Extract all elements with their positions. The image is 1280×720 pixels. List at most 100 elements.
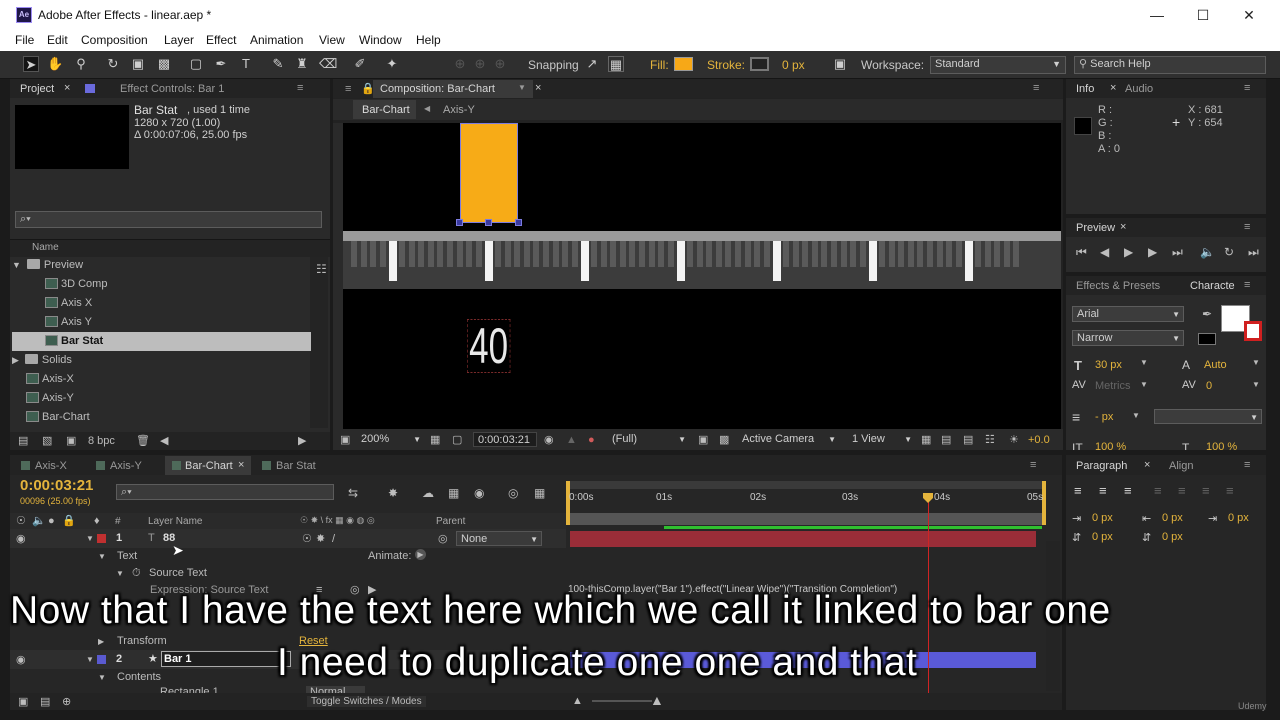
resolution-select[interactable]: (Full) ▼ [608, 432, 688, 447]
interpret-footage-icon[interactable]: ▤ [18, 435, 28, 447]
puppet-pin-icon[interactable]: ✦ [384, 56, 400, 72]
draft-3d-icon[interactable]: ✸ [388, 487, 398, 499]
rectangle-tool-icon[interactable]: ▢ [188, 56, 204, 72]
first-line-indent-value[interactable]: 0 px [1228, 512, 1249, 524]
search-help-input[interactable]: ⚲ Search Help [1074, 56, 1266, 74]
tab-composition[interactable]: Composition: Bar-Chart [380, 83, 495, 95]
pen-tool-icon[interactable]: ✒ [213, 56, 229, 72]
menu-effect[interactable]: Effect [206, 33, 236, 47]
flowchart-icon[interactable]: ☷ [316, 262, 327, 276]
justify-last-right-icon[interactable]: ≡ [1202, 484, 1210, 497]
collapse-switch-icon[interactable]: ✸ [316, 533, 325, 545]
zoom-out-icon[interactable]: ▲ [572, 695, 583, 707]
quality-switch-icon[interactable]: / [332, 533, 335, 545]
tab-audio[interactable]: Audio [1125, 83, 1153, 95]
bar-shape[interactable] [460, 123, 518, 223]
brush-tool-icon[interactable]: ✎ [270, 56, 286, 72]
list-item-selected[interactable]: Bar Stat [12, 332, 311, 351]
snap-features-icon[interactable]: ▦ [608, 56, 624, 72]
expand-triangle-icon[interactable]: ▼ [86, 533, 94, 545]
previous-frame-icon[interactable]: ◀ [1100, 246, 1109, 258]
pickwhip-icon[interactable]: ◎ [438, 533, 448, 545]
time-ruler[interactable]: 0:00s 01s 02s 03s 04s 05s [566, 481, 1046, 529]
panel-menu-icon[interactable]: ≡ [345, 83, 351, 95]
color-channels-icon[interactable]: ● [588, 434, 595, 446]
list-item[interactable]: Axis-X [12, 370, 312, 389]
work-area-bar[interactable] [568, 481, 1043, 489]
maximize-icon[interactable]: ☐ [1180, 4, 1226, 26]
tab-close-icon[interactable]: × [1144, 459, 1150, 471]
property-row-source-text[interactable]: ▼ ⏱ Source Text [10, 565, 566, 582]
menu-view[interactable]: View [319, 33, 345, 47]
list-item[interactable]: ▼ Preview [12, 256, 312, 275]
align-right-icon[interactable]: ≡ [1124, 484, 1132, 497]
zoom-in-icon[interactable]: ▲ [650, 693, 664, 707]
expand-triangle-icon[interactable]: ▼ [98, 551, 106, 563]
workspace-select[interactable]: Standard ▼ [930, 56, 1066, 74]
type-tool-icon[interactable]: T [238, 56, 254, 72]
chevron-down-icon[interactable]: ▼ [518, 83, 526, 92]
list-item[interactable]: Axis-Y [12, 389, 312, 408]
expand-triangle-icon[interactable]: ▼ [12, 260, 21, 270]
hand-tool-icon[interactable]: ✋ [47, 56, 63, 72]
parent-select[interactable]: None ▼ [456, 531, 542, 546]
camera-select[interactable]: Active Camera ▼ [738, 432, 838, 447]
expand-transfer-controls-icon[interactable]: ▤ [40, 696, 50, 708]
show-snapshot-icon[interactable]: ▲ [566, 434, 577, 446]
tab-bar-chart[interactable]: Bar-Chart [185, 460, 233, 472]
font-family-select[interactable]: Arial ▼ [1072, 306, 1184, 322]
tab-axis-x[interactable]: Axis-X [35, 460, 67, 472]
list-item[interactable]: 3D Comp [12, 275, 312, 294]
toggle-switches-modes-button[interactable]: Toggle Switches / Modes [307, 696, 426, 707]
title-safe-icon[interactable]: ▦ [430, 434, 440, 446]
kerning-value[interactable]: Metrics [1095, 380, 1130, 392]
column-parent[interactable]: Parent [436, 516, 465, 527]
axis-local-icon[interactable]: ⊕ [452, 56, 468, 72]
vertical-scale-value[interactable]: 100 % [1095, 441, 1126, 450]
visibility-eye-icon[interactable]: ◉ [16, 533, 26, 545]
visibility-eye-icon[interactable]: ◉ [16, 654, 26, 666]
menu-layer[interactable]: Layer [164, 33, 194, 47]
breadcrumb-bar-chart[interactable]: Bar-Chart [362, 104, 410, 116]
play-icon[interactable]: ▶ [1124, 246, 1133, 258]
comp-timecode[interactable]: 0:00:03:21 [473, 432, 537, 447]
pan-behind-tool-icon[interactable]: ▩ [156, 56, 172, 72]
breadcrumb-axis-y[interactable]: Axis-Y [443, 104, 475, 116]
graph-editor-toggle-icon[interactable]: ◎ [508, 487, 518, 499]
tab-close-icon[interactable]: × [64, 82, 70, 94]
justify-all-icon[interactable]: ≡ [1226, 484, 1234, 497]
list-item[interactable]: ▶ Solids [12, 351, 312, 370]
tab-bar-stat[interactable]: Bar Stat [276, 460, 316, 472]
menu-help[interactable]: Help [416, 33, 441, 47]
timeline-timecode[interactable]: 0:00:03:21 [20, 477, 93, 494]
panel-menu-icon[interactable]: ≡ [1244, 279, 1250, 291]
stopwatch-icon[interactable]: ⏱ [132, 567, 141, 579]
tracking-value[interactable]: 0 [1206, 380, 1212, 392]
exposure-reset-icon[interactable]: ☀ [1009, 434, 1019, 446]
tab-align[interactable]: Align [1169, 460, 1193, 472]
hide-shy-layers-icon[interactable]: ☁ [422, 487, 434, 499]
leading-value[interactable]: Auto [1204, 359, 1227, 371]
font-style-select[interactable]: Narrow ▼ [1072, 330, 1184, 346]
tab-info[interactable]: Info [1076, 83, 1094, 95]
ram-preview-icon[interactable]: ⏭ [1248, 246, 1259, 258]
minimize-icon[interactable]: — [1134, 4, 1180, 26]
view-layout-select[interactable]: 1 View ▼ [848, 432, 914, 447]
panel-menu-icon[interactable]: ≡ [1033, 82, 1039, 94]
stroke-style-select[interactable]: ▼ [1154, 409, 1262, 424]
timeline-search-input[interactable]: ⌕▾ [116, 484, 334, 500]
panel-menu-icon[interactable]: ≡ [1244, 221, 1250, 233]
first-frame-icon[interactable]: ⏮ [1076, 246, 1087, 258]
font-size-value[interactable]: 30 px [1095, 359, 1122, 371]
flowchart-icon[interactable]: ☷ [985, 434, 995, 446]
zoom-tool-icon[interactable]: ⚲ [73, 56, 89, 72]
justify-last-center-icon[interactable]: ≡ [1178, 484, 1186, 497]
panel-menu-icon[interactable]: ≡ [1244, 82, 1250, 94]
transparency-grid-icon[interactable]: ▩ [719, 434, 729, 446]
rotate-tool-icon[interactable]: ↻ [105, 56, 121, 72]
audio-icon[interactable]: 🔈 [1200, 246, 1215, 258]
expand-layer-switches-icon[interactable]: ▣ [18, 696, 28, 708]
space-after-value[interactable]: 0 px [1162, 531, 1183, 543]
comp-mini-flowchart-icon[interactable]: ⇆ [348, 487, 358, 499]
space-before-value[interactable]: 0 px [1092, 531, 1113, 543]
